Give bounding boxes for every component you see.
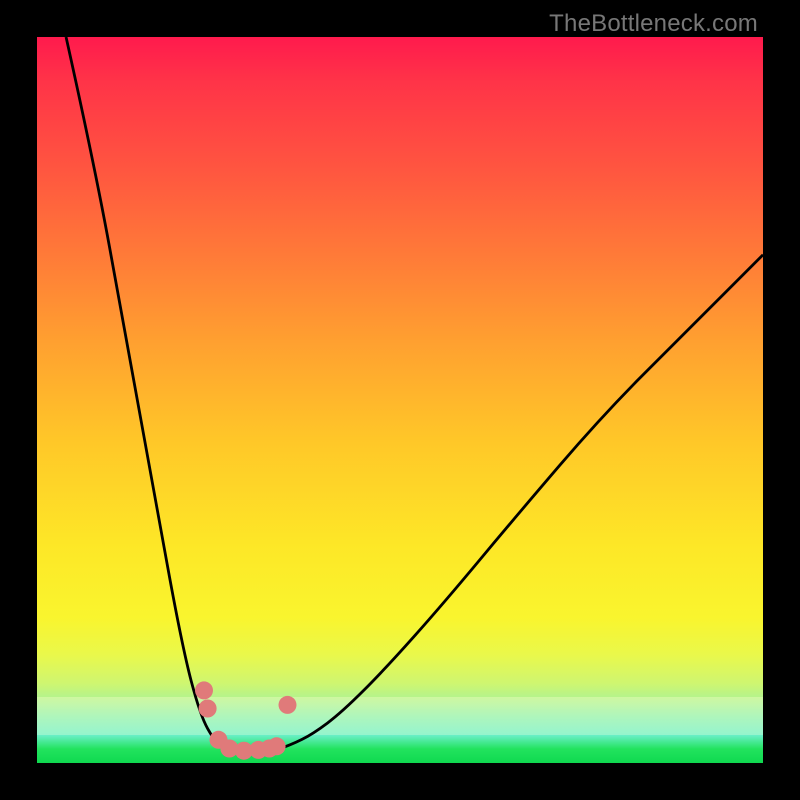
sample-point	[199, 700, 217, 718]
sample-points	[195, 681, 297, 759]
plot-area	[37, 37, 763, 763]
curve-left	[66, 37, 229, 750]
sample-point	[268, 737, 286, 755]
watermark-text: TheBottleneck.com	[549, 10, 758, 38]
sample-point	[279, 696, 297, 714]
sample-point	[195, 681, 213, 699]
curve-right	[277, 255, 763, 750]
curve-layer	[37, 37, 763, 763]
chart-container: TheBottleneck.com	[0, 0, 800, 800]
